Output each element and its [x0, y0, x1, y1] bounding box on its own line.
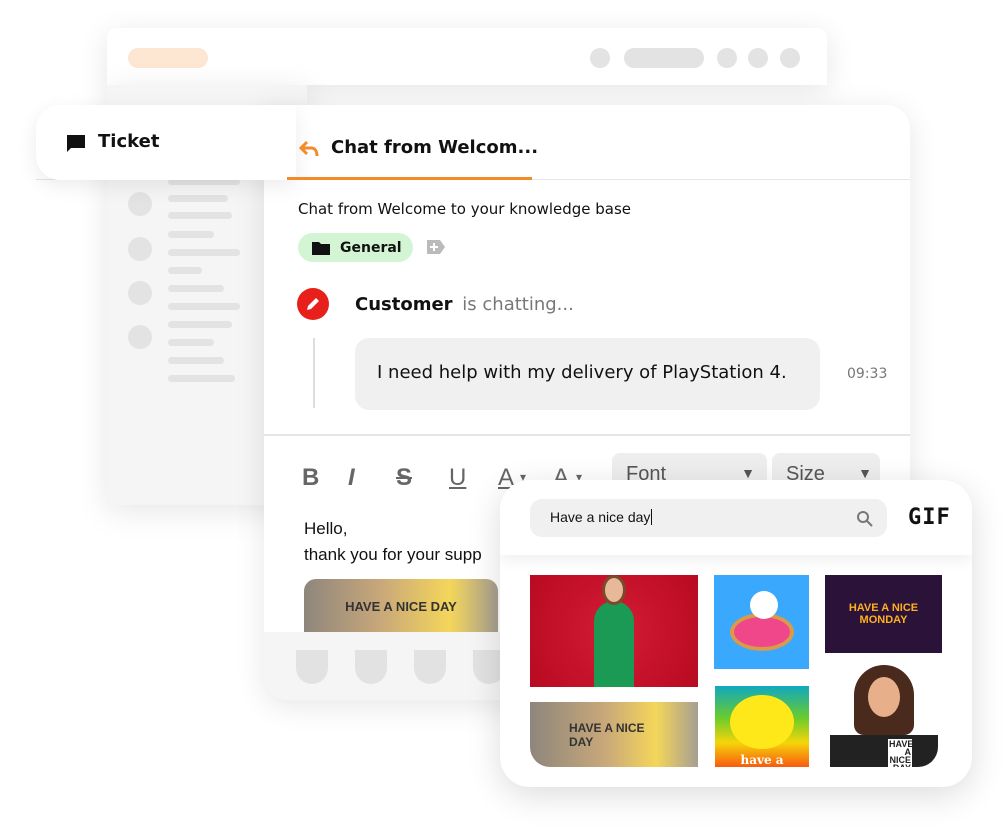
gif-caption: HAVE A NICE MONDAY: [848, 602, 919, 626]
reply-icon: [299, 140, 319, 157]
caret-down-icon: ▼: [858, 465, 872, 481]
gif-result[interactable]: HAVE A NICE DAY: [830, 665, 938, 767]
image-caption: HAVE A NICE DAY: [345, 599, 457, 614]
add-tag-icon[interactable]: [427, 240, 445, 254]
strikethrough-button[interactable]: S: [396, 464, 412, 492]
tab-label: Chat from Welcom...: [331, 137, 539, 158]
chat-title: Chat from Welcome to your knowledge base: [298, 200, 632, 218]
folder-icon: [312, 241, 330, 255]
placeholder-button: [414, 650, 446, 684]
message-text: I need help with my delivery of PlayStat…: [377, 362, 787, 383]
tag-chip[interactable]: General: [298, 233, 413, 262]
editor-line: thank you for your supp: [304, 545, 482, 564]
underline-button[interactable]: U: [449, 464, 466, 492]
placeholder-dot: [128, 281, 152, 305]
gif-caption: HAVE A NICE DAY: [888, 739, 913, 767]
placeholder-dot: [748, 48, 768, 68]
placeholder-button: [296, 650, 328, 684]
message-time: 09:33: [847, 366, 888, 382]
placeholder-dot: [590, 48, 610, 68]
tab-label: Ticket: [98, 131, 160, 152]
divider: [264, 434, 910, 436]
customer-name: Customer: [355, 294, 453, 315]
pencil-icon: [307, 298, 319, 310]
chat-status: is chatting...: [462, 294, 574, 315]
placeholder-dot: [717, 48, 737, 68]
message-bubble: I need help with my delivery of PlayStat…: [355, 338, 820, 410]
placeholder-dot: [128, 325, 152, 349]
placeholder-dot: [128, 192, 152, 216]
avatar: [297, 288, 329, 320]
thread-line: [313, 338, 315, 408]
gif-result[interactable]: have a: [715, 686, 809, 767]
bold-button[interactable]: B: [302, 464, 319, 492]
placeholder-button: [355, 650, 387, 684]
gif-result[interactable]: HAVE A NICE DAY: [530, 702, 698, 767]
placeholder-dot: [780, 48, 800, 68]
italic-button[interactable]: I: [348, 464, 355, 492]
tab-ticket[interactable]: Ticket: [36, 105, 296, 180]
chat-bubble-icon: [67, 135, 85, 152]
search-value: Have a nice day: [550, 509, 651, 525]
placeholder-pill: [128, 48, 208, 68]
placeholder-pill: [624, 48, 704, 68]
gif-result[interactable]: HAVE A NICE MONDAY: [825, 575, 942, 653]
placeholder-dot: [128, 237, 152, 261]
tab-chat[interactable]: Chat from Welcom...: [287, 120, 538, 180]
gif-result[interactable]: [530, 575, 698, 687]
gif-result[interactable]: [714, 575, 809, 669]
gif-caption: HAVE A NICE DAY: [569, 720, 645, 749]
editor-body[interactable]: Hello, thank you for your supp: [304, 516, 482, 568]
editor-line: Hello,: [304, 519, 348, 538]
tag-label: General: [340, 239, 402, 256]
gif-logo: GIF: [908, 505, 951, 530]
gif-picker: Have a nice day GIF HAVE A NICE MONDAY H…: [500, 480, 972, 787]
gif-search-input[interactable]: Have a nice day: [530, 499, 887, 537]
caret-down-icon: ▼: [741, 465, 755, 481]
gif-caption: have a: [740, 753, 784, 767]
inserted-image: HAVE A NICE DAY: [304, 579, 498, 632]
search-icon[interactable]: [856, 510, 874, 528]
